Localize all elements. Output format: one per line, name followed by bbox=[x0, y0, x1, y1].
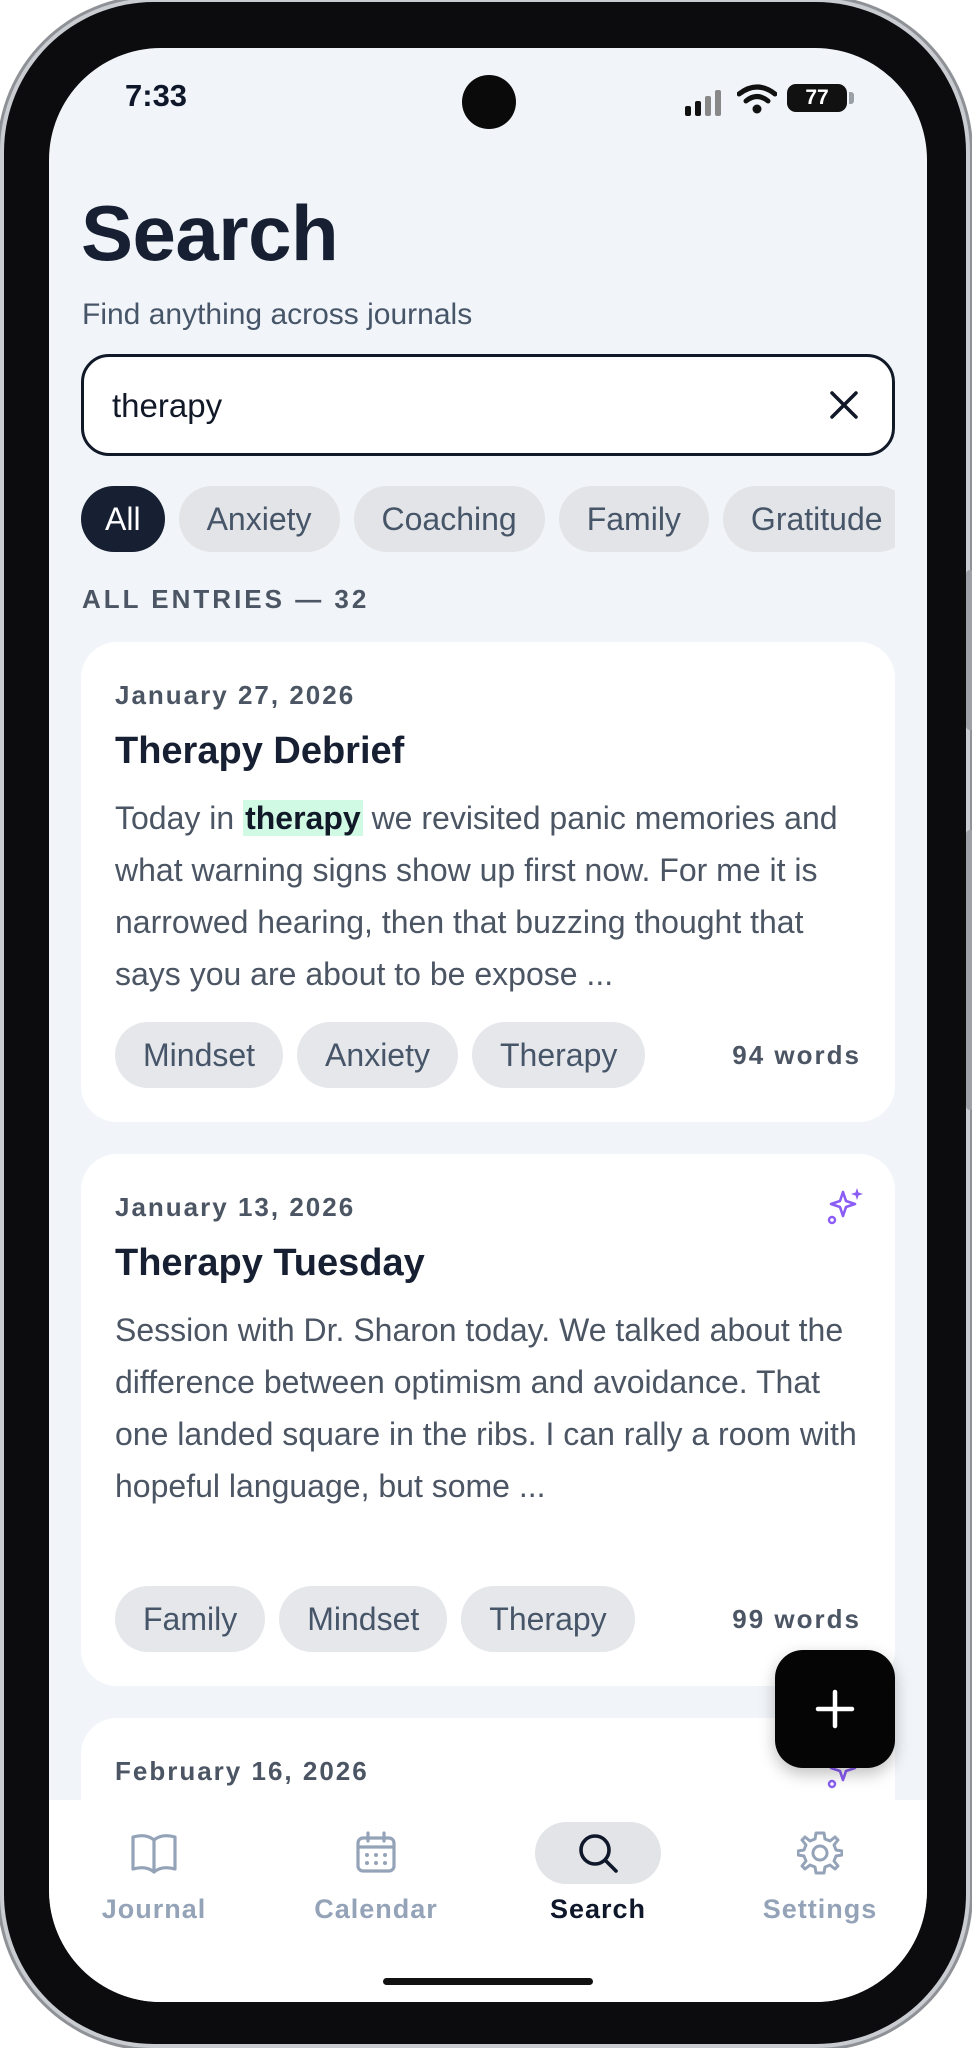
entry-tags: Mindset Anxiety Therapy bbox=[115, 1022, 659, 1088]
tab-calendar[interactable]: Calendar bbox=[271, 1800, 481, 1940]
filter-chip-coaching[interactable]: Coaching bbox=[353, 486, 545, 552]
entry-tags: Family Mindset Therapy bbox=[115, 1586, 649, 1652]
bottom-tab-bar: Journal Calendar Search Settings bbox=[49, 1800, 927, 2002]
search-match-highlight: therapy bbox=[243, 800, 363, 836]
gear-icon bbox=[797, 1831, 843, 1875]
word-count: 94 words bbox=[732, 1040, 861, 1070]
entry-card[interactable]: January 13, 2026 Therapy Tuesday Session… bbox=[81, 1154, 895, 1686]
tag-chip[interactable]: Family bbox=[115, 1586, 266, 1652]
tab-label: Search bbox=[549, 1894, 647, 1924]
phone-frame: 7:33 77 Search Find anything across jour… bbox=[4, 2, 966, 2044]
tag-chip[interactable]: Mindset bbox=[115, 1022, 284, 1088]
home-indicator bbox=[383, 1978, 593, 1985]
entry-date: February 16, 2026 bbox=[115, 1756, 369, 1786]
tab-label: Settings bbox=[762, 1894, 878, 1924]
battery-indicator: 77 bbox=[787, 84, 847, 112]
close-icon bbox=[830, 391, 858, 419]
wifi-icon bbox=[737, 84, 777, 114]
camera-cutout bbox=[462, 75, 516, 129]
book-icon bbox=[131, 1834, 177, 1874]
clear-search-button[interactable] bbox=[816, 377, 872, 433]
entry-title: Therapy Tuesday bbox=[115, 1242, 425, 1284]
tab-icon-container bbox=[313, 1822, 439, 1884]
battery-tip bbox=[849, 92, 854, 104]
tag-chip[interactable]: Therapy bbox=[471, 1022, 646, 1088]
volume-up-button bbox=[966, 570, 972, 730]
page-subtitle: Find anything across journals bbox=[82, 298, 473, 331]
tab-icon-container bbox=[757, 1822, 883, 1884]
tab-journal[interactable]: Journal bbox=[49, 1800, 259, 1940]
plus-icon bbox=[815, 1689, 855, 1729]
tab-settings[interactable]: Settings bbox=[715, 1800, 925, 1940]
entry-excerpt: Session with Dr. Sharon today. We talked… bbox=[115, 1312, 857, 1504]
word-count: 99 words bbox=[732, 1604, 861, 1634]
tag-chip[interactable]: Therapy bbox=[461, 1586, 635, 1652]
sparkles-icon bbox=[827, 1188, 863, 1225]
search-input[interactable] bbox=[110, 379, 770, 433]
tab-icon-container bbox=[91, 1822, 217, 1884]
entry-date: January 27, 2026 bbox=[115, 680, 356, 710]
tab-search[interactable]: Search bbox=[493, 1800, 703, 1940]
page-title: Search bbox=[81, 189, 339, 277]
entry-card[interactable]: January 27, 2026 Therapy Debrief Today i… bbox=[81, 642, 895, 1122]
power-button bbox=[966, 830, 972, 1110]
entry-title: Therapy Debrief bbox=[115, 730, 405, 772]
filter-chip-anxiety[interactable]: Anxiety bbox=[178, 486, 340, 552]
filter-chip-gratitude[interactable]: Gratitude bbox=[722, 486, 895, 552]
tab-label: Calendar bbox=[314, 1894, 438, 1924]
status-bar: 7:33 77 bbox=[49, 48, 927, 158]
calendar-icon bbox=[356, 1831, 396, 1873]
status-time: 7:33 bbox=[125, 78, 188, 113]
tab-icon-container bbox=[535, 1822, 661, 1884]
entry-excerpt: Today in therapy we revisited panic memo… bbox=[115, 792, 865, 1000]
filter-chip-family[interactable]: Family bbox=[558, 486, 709, 552]
search-icon bbox=[579, 1834, 618, 1873]
new-entry-button[interactable] bbox=[775, 1650, 895, 1768]
app-screen: 7:33 77 Search Find anything across jour… bbox=[49, 48, 927, 2002]
search-field[interactable] bbox=[81, 354, 895, 456]
excerpt-text: Today in bbox=[115, 800, 244, 836]
filter-chip-all[interactable]: All bbox=[81, 486, 165, 552]
tag-chip[interactable]: Mindset bbox=[279, 1586, 448, 1652]
entry-date: January 13, 2026 bbox=[115, 1192, 356, 1222]
section-label: ALL ENTRIES — 32 bbox=[82, 584, 370, 614]
filter-chips: All Anxiety Coaching Family Gratitude bbox=[81, 486, 895, 554]
tag-chip[interactable]: Anxiety bbox=[297, 1022, 458, 1088]
tab-label: Journal bbox=[101, 1894, 207, 1924]
cellular-signal-icon bbox=[685, 90, 721, 116]
